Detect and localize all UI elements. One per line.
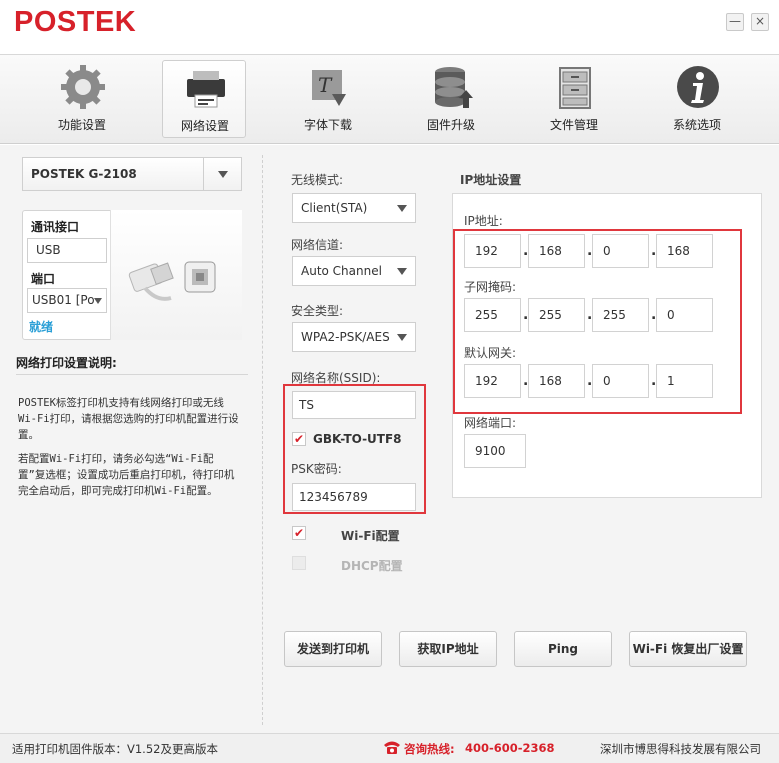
psk-label: PSK密码: <box>291 462 342 476</box>
dhcp-config-label: DHCP配置 <box>341 559 403 573</box>
tab-network-settings-label: 网络设置 <box>180 119 229 133</box>
chevron-down-icon <box>397 334 407 341</box>
ip-octet-3[interactable]: 0 <box>592 234 649 268</box>
firmware-version-text: 适用打印机固件版本：V1.52及更高版本 <box>12 742 218 756</box>
gateway-octet-3[interactable]: 0 <box>592 364 649 398</box>
get-ip-button[interactable]: 获取IP地址 <box>399 631 497 667</box>
comm-interface-label: 通讯接口 <box>31 220 80 234</box>
divider <box>16 374 248 375</box>
tab-font-download-label: 字体下载 <box>303 118 352 132</box>
wireless-mode-select[interactable]: Client(STA) <box>292 193 416 223</box>
wifi-factory-reset-button[interactable]: Wi-Fi 恢复出厂设置 <box>629 631 747 667</box>
ready-status: 就绪 <box>29 320 54 334</box>
channel-label: 网络信道: <box>291 238 344 252</box>
security-type-value: WPA2-PSK/AES <box>301 330 390 344</box>
send-to-printer-button[interactable]: 发送到打印机 <box>284 631 382 667</box>
chevron-down-icon <box>218 171 228 178</box>
file-cabinet-icon <box>559 67 591 109</box>
info-icon <box>677 66 719 108</box>
tab-function-settings-label: 功能设置 <box>57 118 106 132</box>
divider <box>203 158 204 190</box>
network-port-input[interactable]: 9100 <box>464 434 526 468</box>
ip-address-label: IP地址: <box>464 214 503 228</box>
channel-value: Auto Channel <box>301 264 382 278</box>
security-type-label: 安全类型: <box>291 304 344 318</box>
close-button[interactable]: × <box>751 13 769 31</box>
channel-select[interactable]: Auto Channel <box>292 256 416 286</box>
tab-file-management-label: 文件管理 <box>549 118 598 132</box>
wireless-mode-label: 无线模式: <box>291 173 344 187</box>
font-download-icon: T <box>312 70 346 106</box>
phone-icon <box>384 741 400 754</box>
gbk-to-utf8-label: GBK-TO-UTF8 <box>313 432 402 446</box>
svg-text:T: T <box>318 73 333 97</box>
chevron-down-icon <box>94 298 102 304</box>
ip-settings-title: IP地址设置 <box>460 173 522 187</box>
comm-interface-select[interactable]: USB <box>27 238 107 263</box>
gateway-octet-4[interactable]: 1 <box>656 364 713 398</box>
ping-button[interactable]: Ping <box>514 631 612 667</box>
gateway-octet-1[interactable]: 192 <box>464 364 521 398</box>
gear-icon <box>61 65 105 109</box>
tab-font-download[interactable]: T 字体下载 <box>286 60 370 138</box>
chevron-down-icon <box>397 268 407 275</box>
ip-octet-1[interactable]: 192 <box>464 234 521 268</box>
network-print-desc-p1: POSTEK标签打印机支持有线网络打印或无线Wi-Fi打印，请根据您选购的打印机… <box>18 397 239 441</box>
ip-octet-4[interactable]: 168 <box>656 234 713 268</box>
psk-input[interactable]: 123456789 <box>292 483 416 511</box>
usb-cable-icon <box>128 261 216 301</box>
tab-firmware-upgrade-label: 固件升级 <box>426 118 475 132</box>
mask-octet-1[interactable]: 255 <box>464 298 521 332</box>
printer-network-icon <box>187 71 225 108</box>
tab-file-management[interactable]: 文件管理 <box>532 60 616 138</box>
chevron-down-icon <box>397 205 407 212</box>
postek-logo: POSTEK <box>14 6 137 38</box>
divider <box>262 155 263 725</box>
tab-network-settings[interactable]: 网络设置 <box>162 60 246 138</box>
ssid-input[interactable]: TS <box>292 391 416 419</box>
gateway-octet-2[interactable]: 168 <box>528 364 585 398</box>
network-print-desc-p2: 若配置Wi-Fi打印，请务必勾选“Wi-Fi配置”复选框；设置成功后重启打印机，… <box>18 453 235 497</box>
mask-octet-4[interactable]: 0 <box>656 298 713 332</box>
gbk-to-utf8-checkbox[interactable]: ✔ <box>292 432 306 446</box>
wifi-config-checkbox[interactable]: ✔ <box>292 526 306 540</box>
subnet-mask-label: 子网掩码: <box>464 280 517 294</box>
network-port-label: 网络端口: <box>464 414 517 431</box>
tab-function-settings[interactable]: 功能设置 <box>40 60 124 138</box>
network-print-desc-title: 网络打印设置说明: <box>16 356 117 370</box>
ip-octet-2[interactable]: 168 <box>528 234 585 268</box>
port-select[interactable]: USB01 [Po <box>27 288 107 313</box>
printer-model-select[interactable]: POSTEK G-2108 <box>22 157 242 191</box>
hotline-label: 咨询热线: <box>404 742 455 756</box>
tab-firmware-upgrade[interactable]: 固件升级 <box>409 60 493 138</box>
mask-octet-3[interactable]: 255 <box>592 298 649 332</box>
firmware-database-icon <box>435 67 473 108</box>
wireless-mode-value: Client(STA) <box>301 201 368 215</box>
tab-system-options[interactable]: 系统选项 <box>655 60 739 138</box>
minimize-button[interactable]: — <box>726 13 744 31</box>
hotline-number: 400-600-2368 <box>465 741 555 755</box>
port-select-value: USB01 [Po <box>32 293 95 307</box>
usb-image-area <box>110 210 242 340</box>
security-type-select[interactable]: WPA2-PSK/AES <box>292 322 416 352</box>
wifi-config-label: Wi-Fi配置 <box>341 529 400 543</box>
port-label: 端口 <box>31 272 56 286</box>
tab-system-options-label: 系统选项 <box>672 118 721 132</box>
dhcp-config-checkbox[interactable] <box>292 556 306 570</box>
mask-octet-2[interactable]: 255 <box>528 298 585 332</box>
company-name: 深圳市博思得科技发展有限公司 <box>600 742 761 756</box>
gateway-label: 默认网关: <box>464 346 517 360</box>
printer-model-label: POSTEK G-2108 <box>31 167 137 181</box>
